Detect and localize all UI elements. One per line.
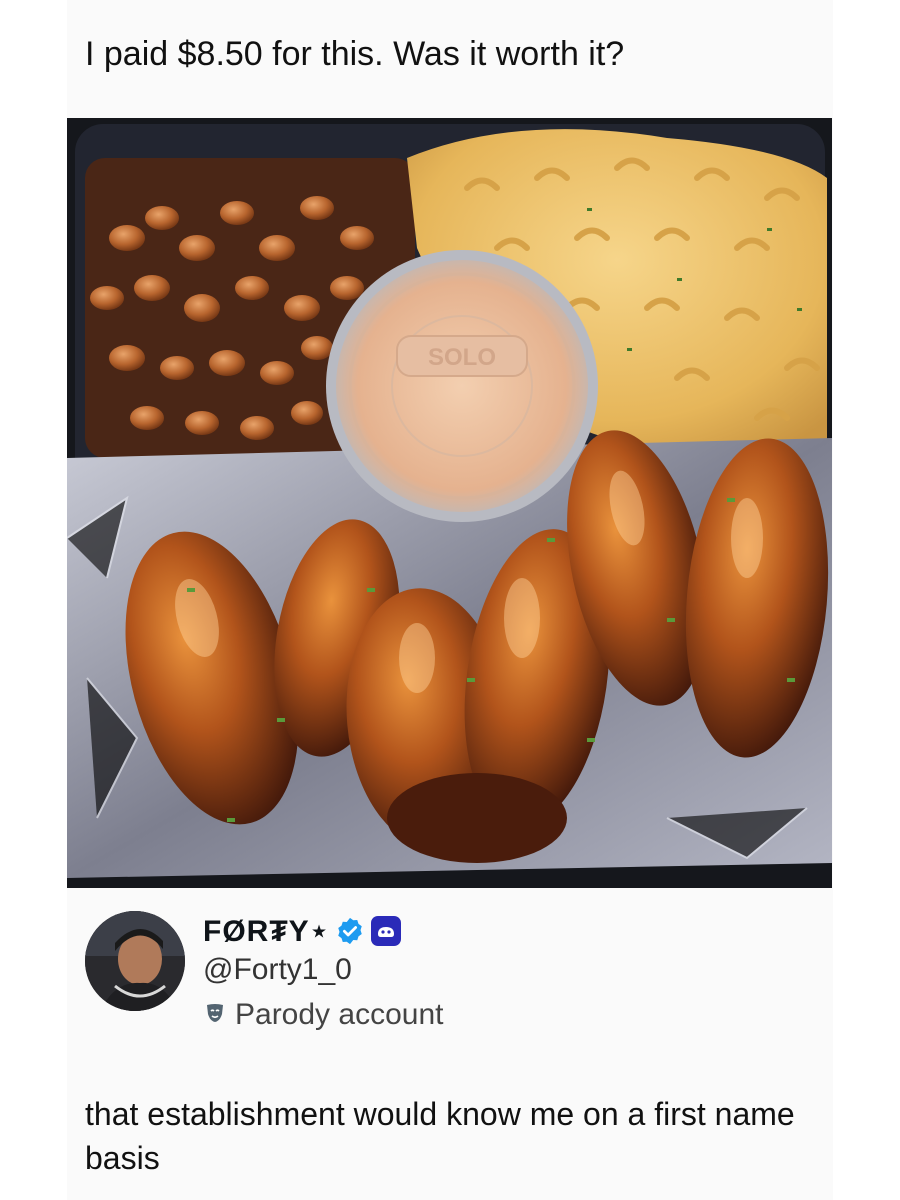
game-badge-icon bbox=[371, 916, 402, 946]
theater-mask-icon bbox=[203, 1001, 227, 1030]
post-media-image[interactable]: SOLO bbox=[67, 118, 832, 888]
food-photo-graphic: SOLO bbox=[67, 118, 832, 888]
avatar-image bbox=[85, 911, 185, 1011]
avatar[interactable] bbox=[85, 911, 185, 1011]
handle[interactable]: @Forty1_0 bbox=[203, 953, 352, 987]
sauce-cup: SOLO bbox=[326, 250, 598, 522]
parody-row: Parody account bbox=[203, 995, 443, 1035]
name-row: FØR₮Y⋆ bbox=[203, 911, 402, 951]
cup-lid-text: SOLO bbox=[428, 344, 496, 371]
reply-author: FØR₮Y⋆ @Forty1_0 Parody account bbox=[85, 905, 785, 1031]
post-text: I paid $8.50 for this. Was it worth it? bbox=[85, 35, 625, 73]
parody-label: Parody account bbox=[235, 998, 444, 1031]
verified-badge-icon bbox=[335, 916, 365, 946]
reply-text: that establishment would know me on a fi… bbox=[85, 1096, 795, 1176]
display-name[interactable]: FØR₮Y⋆ bbox=[203, 914, 329, 949]
